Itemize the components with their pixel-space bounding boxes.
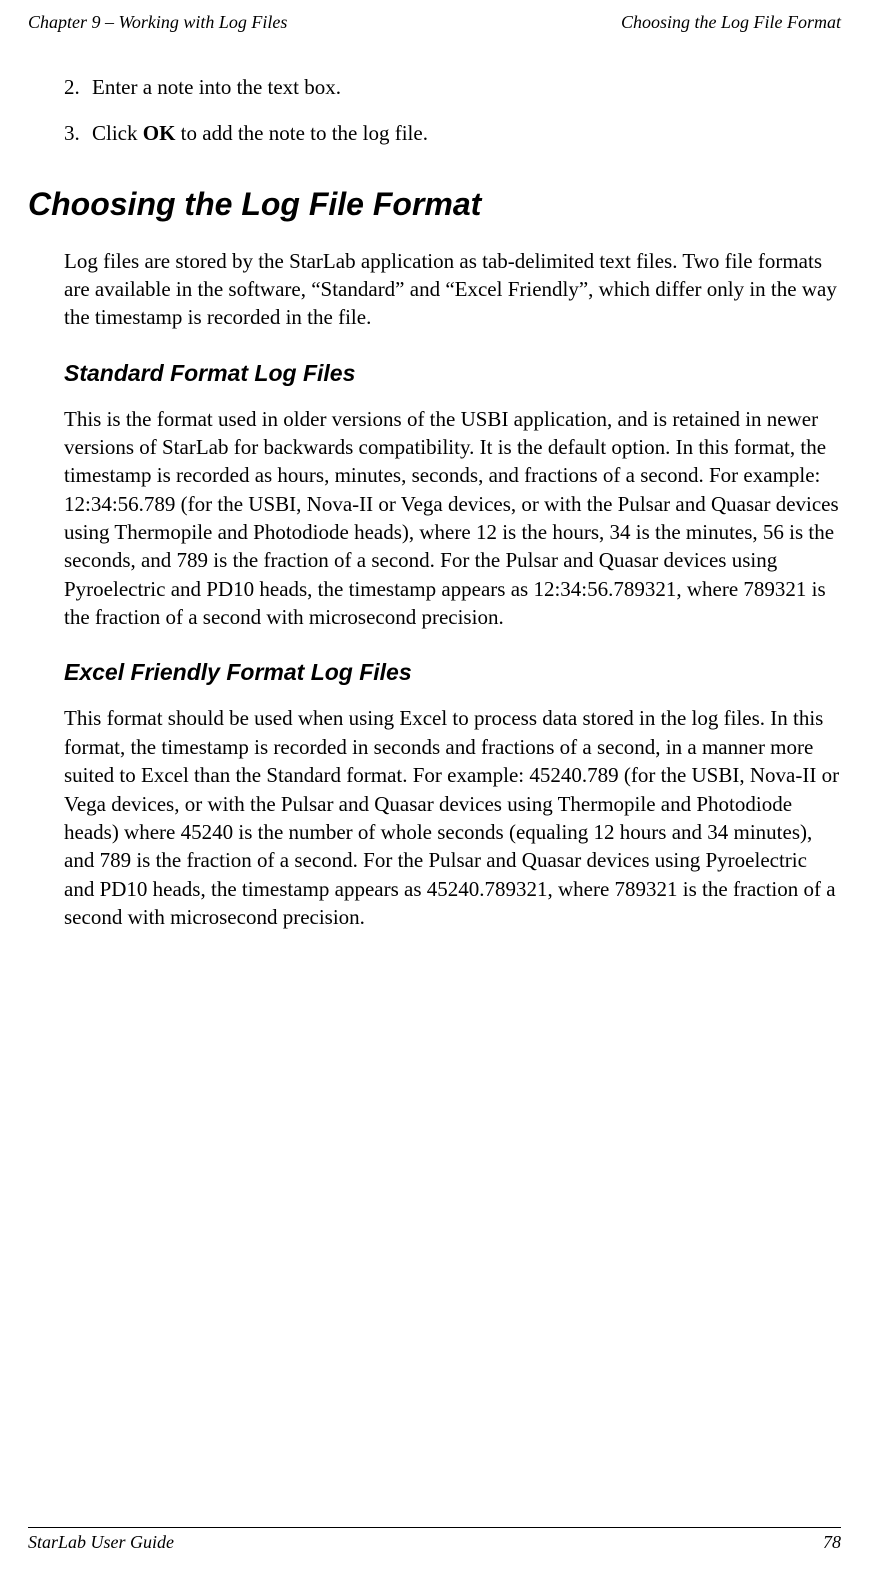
heading-excel-friendly-format: Excel Friendly Format Log Files [64,659,841,686]
page-content: 2. Enter a note into the text box. 3. Cl… [0,33,869,931]
step-number: 2. [64,73,92,101]
footer-page-number: 78 [823,1532,841,1553]
intro-paragraph: Log files are stored by the StarLab appl… [64,247,841,332]
step-2: 2. Enter a note into the text box. [64,73,841,101]
footer-left: StarLab User Guide [28,1532,174,1553]
header-right: Choosing the Log File Format [621,12,841,33]
step-text: Click OK to add the note to the log file… [92,119,841,147]
page-footer: StarLab User Guide 78 [0,1527,869,1553]
heading-standard-format: Standard Format Log Files [64,360,841,387]
excel-friendly-paragraph: This format should be used when using Ex… [64,704,841,931]
footer-row: StarLab User Guide 78 [28,1532,841,1553]
step-text: Enter a note into the text box. [92,73,841,101]
header-left: Chapter 9 – Working with Log Files [28,12,287,33]
step-3: 3. Click OK to add the note to the log f… [64,119,841,147]
step-suffix: to add the note to the log file. [175,121,428,145]
heading-choosing-log-file-format: Choosing the Log File Format [28,186,841,223]
footer-divider [28,1527,841,1528]
step-number: 3. [64,119,92,147]
standard-format-paragraph: This is the format used in older version… [64,405,841,632]
step-prefix: Click [92,121,143,145]
ok-bold: OK [143,121,176,145]
page-header: Chapter 9 – Working with Log Files Choos… [0,0,869,33]
